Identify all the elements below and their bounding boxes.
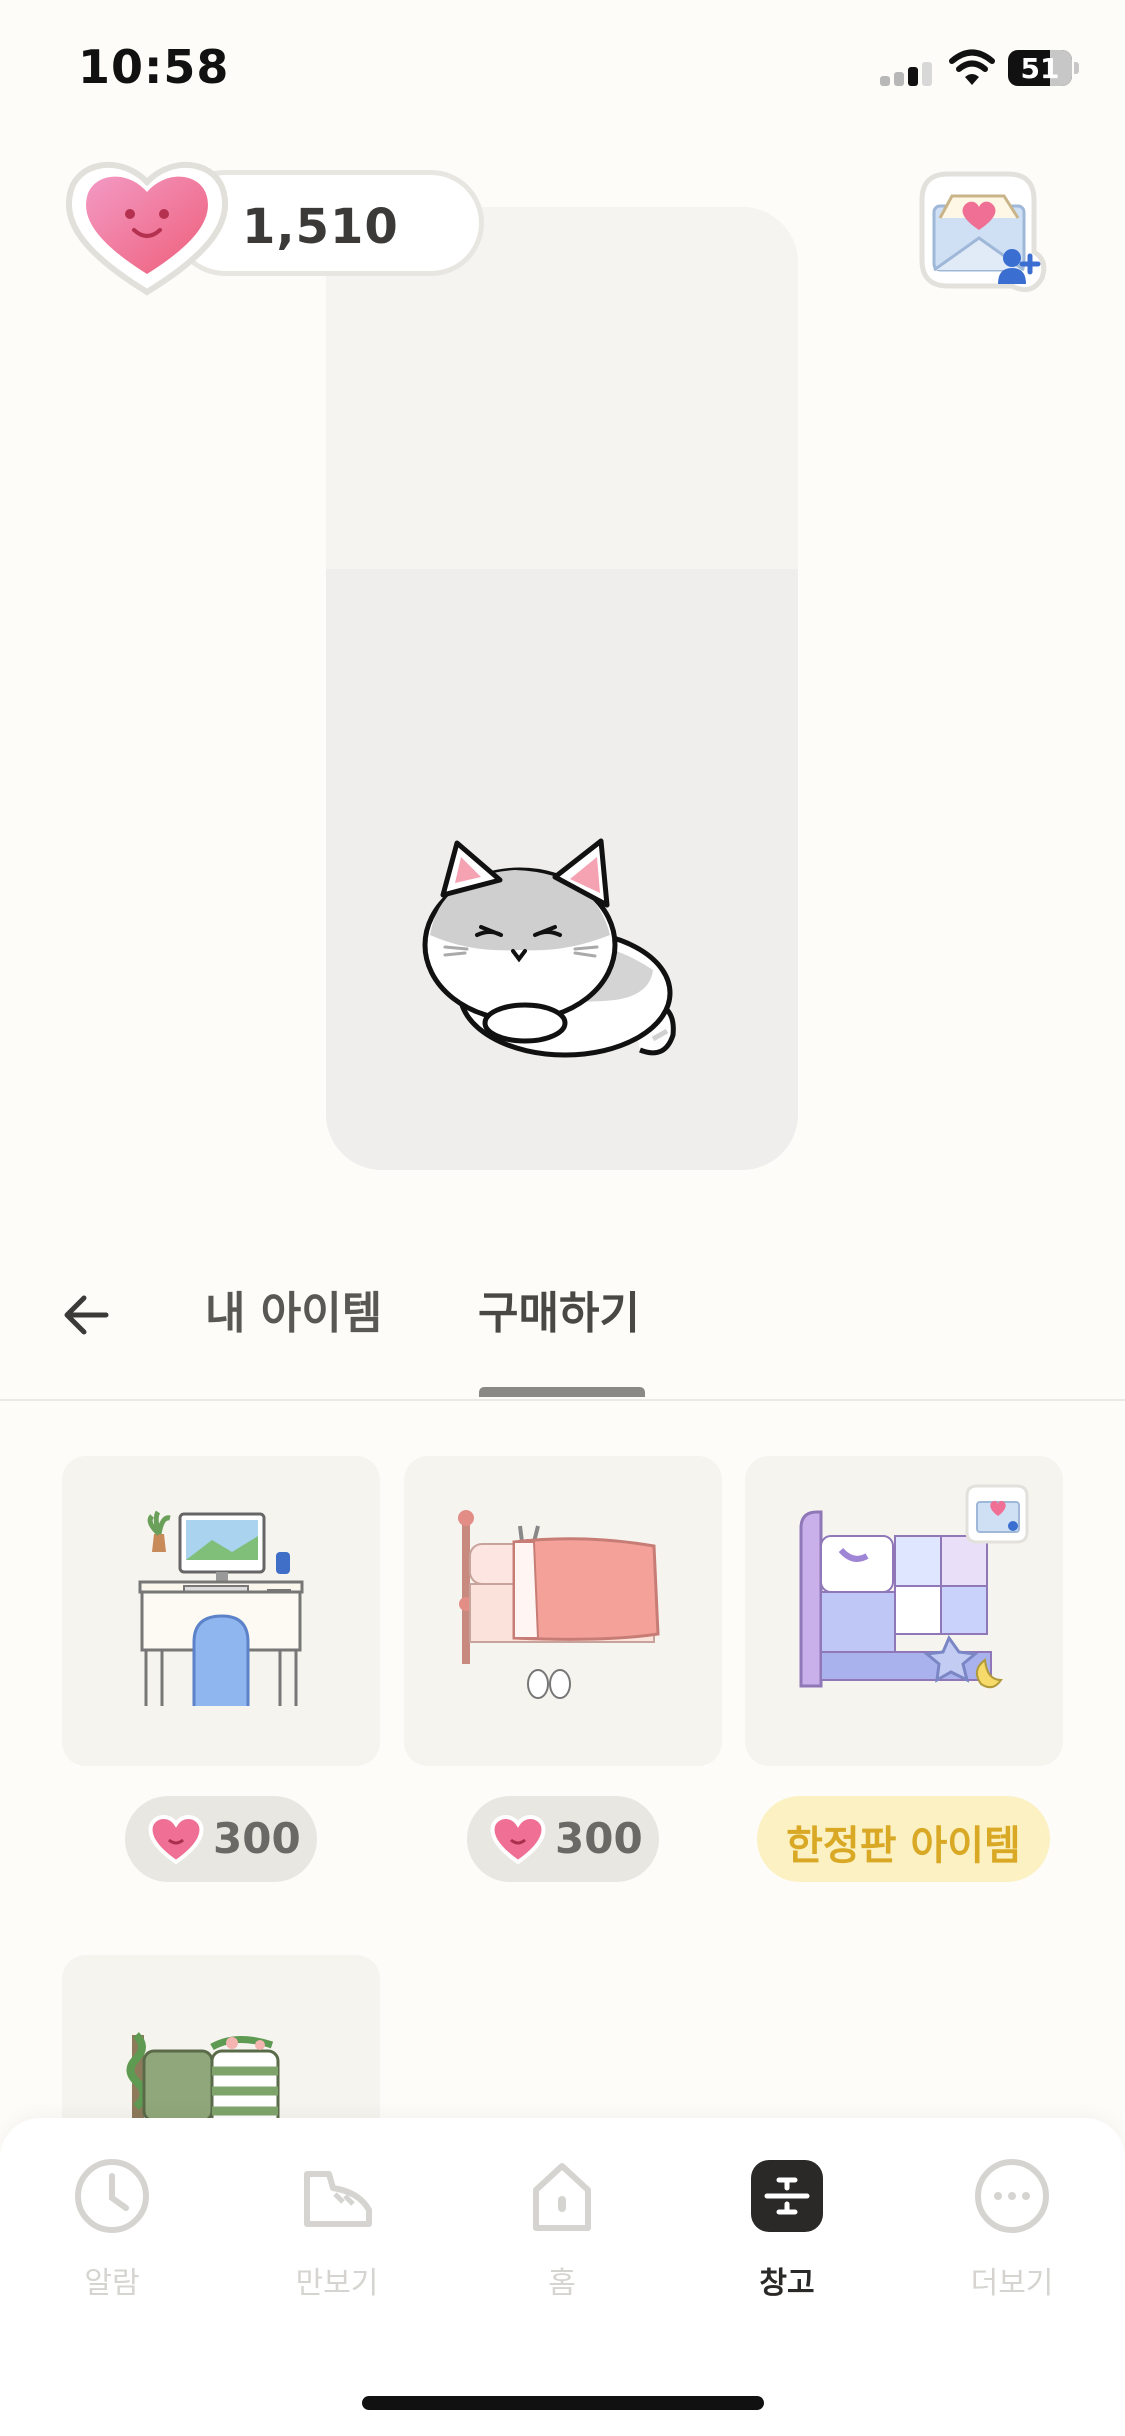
bottom-nav: 알람 만보기 홈 창고 더보기 — [0, 2118, 1125, 2436]
home-icon — [533, 2163, 591, 2231]
tab-indicator — [479, 1387, 645, 1397]
nav-more[interactable]: 더보기 — [932, 2158, 1092, 2308]
heart-icon — [490, 1815, 546, 1865]
back-arrow-icon[interactable] — [58, 1285, 118, 1345]
nav-alarm[interactable]: 알람 — [32, 2158, 192, 2308]
limited-label: 한정판 아이템 — [786, 1823, 1021, 1869]
price-value: 300 — [555, 1814, 643, 1863]
pink-bed-illustration — [458, 1510, 660, 1699]
status-time: 10:58 — [78, 40, 230, 94]
battery-level: 51 — [1020, 52, 1060, 85]
price-tag[interactable]: 300 — [467, 1796, 659, 1882]
home-indicator[interactable] — [362, 2396, 764, 2410]
nav-label: 더보기 — [970, 2266, 1054, 2301]
tab-purchase[interactable]: 구매하기 — [478, 1277, 640, 1341]
price-value: 300 — [213, 1814, 301, 1863]
battery-icon: 51 — [1008, 50, 1080, 86]
starry-bed-illustration — [799, 1484, 1029, 1689]
status-bar: 10:58 51 — [0, 0, 1125, 130]
nav-label: 만보기 — [295, 2266, 379, 2301]
shop-item-pink-bed[interactable] — [404, 1456, 722, 1766]
item-tabs: 내 아이템 구매하기 — [0, 1235, 1125, 1400]
tab-my-items[interactable]: 내 아이템 — [205, 1277, 382, 1341]
cat-character[interactable] — [415, 835, 695, 1070]
sneaker-icon — [304, 2171, 372, 2227]
shop-item-desk[interactable] — [62, 1456, 380, 1766]
nav-label: 창고 — [759, 2266, 815, 2301]
price-tag[interactable]: 300 — [125, 1796, 317, 1882]
signal-icon — [880, 60, 932, 86]
more-icon — [975, 2159, 1049, 2233]
divider — [0, 1399, 1125, 1401]
nav-pedometer[interactable]: 만보기 — [257, 2158, 417, 2308]
smiling-heart-icon — [66, 162, 228, 296]
desk-illustration — [138, 1510, 304, 1706]
nav-label: 알람 — [84, 2266, 140, 2301]
shop-item-starry-bed[interactable] — [745, 1456, 1063, 1766]
wifi-icon — [949, 49, 995, 85]
heart-counter[interactable]: 1,510 — [62, 152, 484, 297]
nav-storage[interactable]: 창고 — [707, 2158, 867, 2308]
screen: 10:58 51 1,510 내 아이템 구매하기 300 300 한정판 아이… — [0, 0, 1125, 2436]
invite-letter-icon[interactable] — [900, 160, 1050, 300]
storage-icon — [751, 2160, 823, 2232]
heart-count: 1,510 — [242, 199, 399, 255]
nav-label: 홈 — [548, 2266, 576, 2301]
clock-icon — [75, 2159, 149, 2233]
heart-icon — [148, 1815, 204, 1865]
nav-home[interactable]: 홈 — [482, 2158, 642, 2308]
limited-badge[interactable]: 한정판 아이템 — [757, 1796, 1050, 1882]
